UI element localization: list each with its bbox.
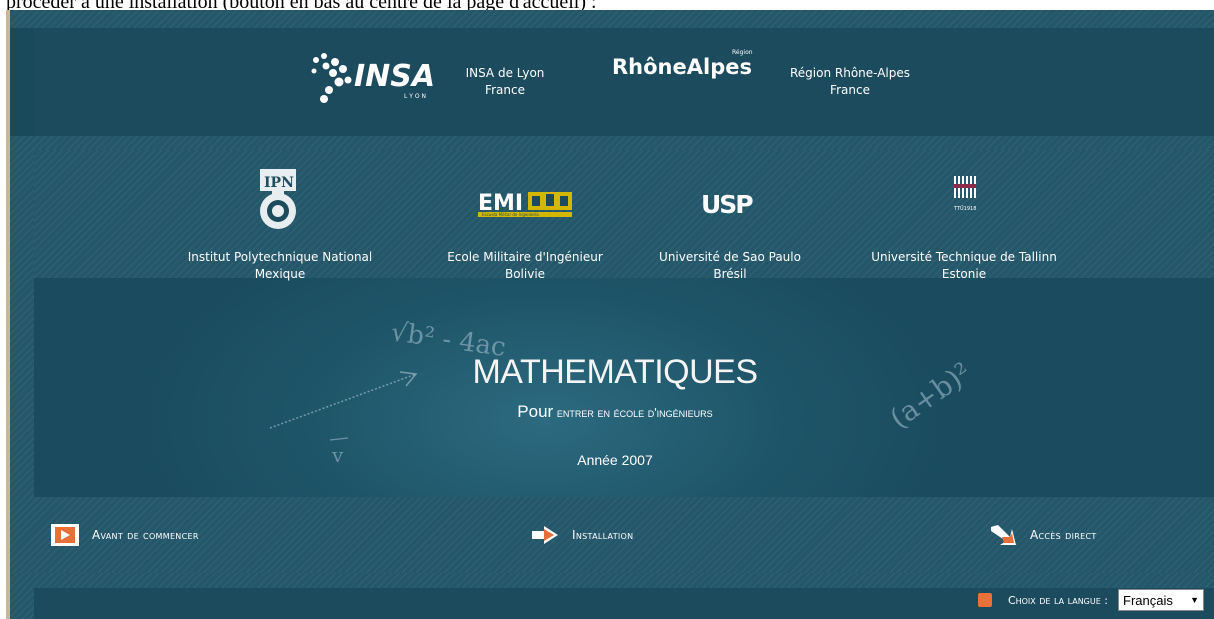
insa-name-line2: France — [485, 83, 525, 97]
svg-text:v: v — [331, 443, 344, 467]
play-icon — [51, 524, 79, 546]
usp-logo[interactable]: USP — [700, 188, 760, 218]
rhone-alpes-name: Région Rhône-Alpes France — [780, 65, 920, 99]
svg-text:Escuela Militar de Ingeniería: Escuela Militar de Ingeniería — [482, 212, 539, 217]
partner-ttu-name: Université Technique de Tallinn Estonie — [854, 249, 1074, 283]
ttu-logo[interactable]: TTÜ1918 — [952, 174, 980, 216]
svg-text:TTÜ1918: TTÜ1918 — [953, 205, 976, 212]
footer-stripe — [10, 573, 1214, 588]
installation-label: Installation — [572, 528, 634, 542]
direct-access-label: Accès direct — [1030, 528, 1097, 542]
app-frame: INSA L Y O N INSA de Lyon France RhôneAl… — [6, 10, 1214, 619]
arrow-right-icon — [532, 526, 558, 544]
chevron-down-icon: ▼ — [1190, 595, 1199, 605]
rhone-name-line2: France — [830, 83, 870, 97]
footer-left-rail — [10, 588, 34, 619]
partner-usp-line2: Brésil — [713, 267, 747, 281]
direct-access-button[interactable]: Accès direct — [988, 497, 1097, 573]
svg-text:RhôneAlpes: RhôneAlpes — [612, 55, 752, 79]
partner-emi-line1: Ecole Militaire d'Ingénieur — [447, 250, 603, 264]
partner-usp-line1: Université de Sao Paulo — [659, 250, 801, 264]
rhone-name-line1: Région Rhône-Alpes — [789, 66, 911, 80]
partner-ipn-name: Institut Polytechnique National Mexique — [180, 249, 380, 283]
emi-logo[interactable]: EMI Escuela Militar de Ingeniería — [476, 188, 574, 218]
ipn-logo[interactable]: IPN — [250, 165, 306, 237]
nav-bar: Avant de commencer Installation Accès di… — [10, 497, 1214, 573]
partner-usp-name: Université de Sao Paulo Brésil — [650, 249, 810, 283]
partners-hero-area — [34, 150, 1214, 497]
hero-subtitle-lead: Pour — [517, 402, 554, 421]
hero-title: MATHEMATIQUES — [472, 353, 758, 391]
partner-ttu-line1: Université Technique de Tallinn — [871, 250, 1057, 264]
language-select[interactable]: Français ▼ — [1118, 589, 1204, 611]
language-icon — [977, 593, 992, 607]
partner-ipn-line1: Institut Polytechnique National — [187, 250, 373, 264]
partner-ttu-line2: Estonie — [941, 267, 987, 281]
partner-emi-line2: Bolivie — [504, 267, 546, 281]
before-start-button[interactable]: Avant de commencer — [50, 497, 199, 573]
hero-subtitle-rest: entrer en école d'ingénieurs — [556, 405, 713, 420]
rhone-alpes-logo[interactable]: RhôneAlpes Région — [610, 44, 760, 84]
insa-name: INSA de Lyon France — [450, 65, 560, 99]
svg-text:Région: Région — [732, 49, 753, 56]
hero-year: Année 2007 — [577, 452, 653, 468]
language-label: Choix de la langue : — [1007, 593, 1108, 607]
separator-band — [10, 136, 1214, 150]
top-stripe-band — [10, 10, 1214, 28]
svg-text:(a+b)²: (a+b)² — [884, 356, 978, 430]
left-rail — [10, 150, 34, 497]
language-select-value: Français — [1123, 592, 1173, 608]
chalk-formula-right: (a+b)² — [884, 356, 978, 430]
insa-logo[interactable]: INSA L Y O N — [302, 40, 442, 110]
svg-text:USP: USP — [701, 190, 753, 218]
before-start-label: Avant de commencer — [92, 528, 199, 542]
installation-button[interactable]: Installation — [530, 497, 633, 573]
language-selector-area: Choix de la langue : Français ▼ — [977, 588, 1204, 612]
partner-ipn-line2: Mexique — [254, 267, 306, 281]
hero-subtitle: Pour entrer en école d'ingénieurs — [450, 402, 780, 422]
svg-text:IPN: IPN — [264, 175, 294, 191]
arrow-down-right-icon — [991, 525, 1016, 545]
svg-text:INSA: INSA — [354, 59, 435, 94]
svg-text:L Y O N: L Y O N — [404, 93, 426, 100]
insa-name-line1: INSA de Lyon — [465, 66, 545, 80]
partner-emi-name: Ecole Militaire d'Ingénieur Bolivie — [430, 249, 620, 283]
